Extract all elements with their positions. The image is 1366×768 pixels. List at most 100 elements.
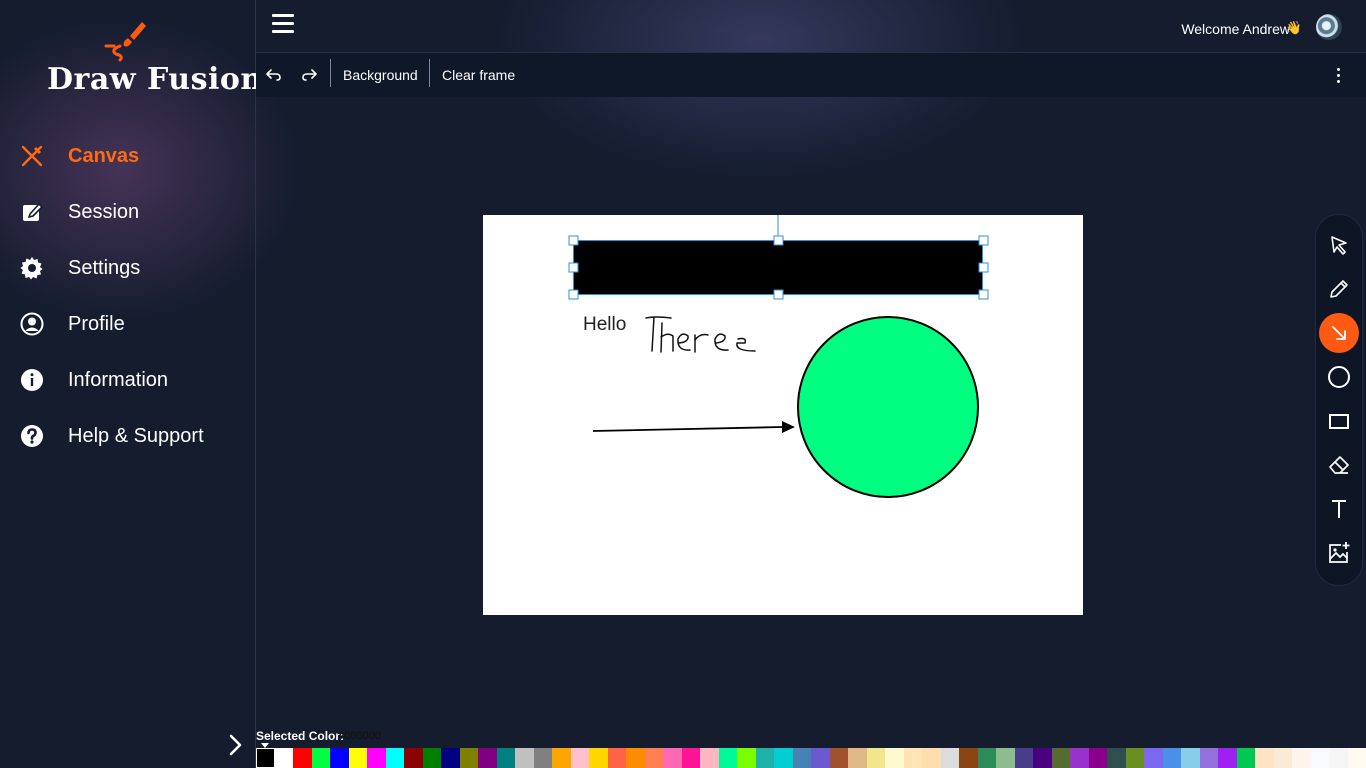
color-swatch[interactable]	[755, 748, 774, 768]
color-swatch[interactable]	[1033, 748, 1052, 768]
color-swatch[interactable]	[903, 748, 922, 768]
eraser-icon	[1329, 456, 1349, 474]
color-swatch[interactable]	[959, 748, 978, 768]
color-swatch[interactable]	[1070, 748, 1089, 768]
color-swatch[interactable]	[792, 748, 811, 768]
color-swatch[interactable]	[478, 748, 497, 768]
color-swatch[interactable]	[589, 748, 608, 768]
sidebar-item-help-support[interactable]: Help & Support	[0, 408, 255, 464]
color-swatch[interactable]	[422, 748, 441, 768]
edit-square-icon	[23, 202, 44, 221]
color-swatch[interactable]	[1310, 748, 1329, 768]
color-swatch[interactable]	[367, 748, 386, 768]
arrow-shape[interactable]	[592, 426, 784, 432]
redo-icon	[302, 69, 317, 81]
black-rectangle-shape[interactable]	[574, 241, 983, 295]
color-swatch[interactable]	[700, 748, 719, 768]
color-swatch[interactable]	[977, 748, 996, 768]
color-swatch[interactable]	[1162, 748, 1181, 768]
color-swatch[interactable]	[1051, 748, 1070, 768]
color-swatch[interactable]	[533, 748, 552, 768]
color-swatch[interactable]	[774, 748, 793, 768]
pencil-tool[interactable]	[1319, 269, 1359, 309]
color-swatch[interactable]	[1236, 748, 1255, 768]
color-swatch[interactable]	[1088, 748, 1107, 768]
image-tool[interactable]	[1319, 533, 1359, 573]
toolbar-divider	[330, 59, 331, 87]
sidebar-item-information[interactable]: Information	[0, 352, 255, 408]
hamburger-icon[interactable]	[272, 13, 296, 35]
color-swatch[interactable]	[1199, 748, 1218, 768]
sidebar-item-label: Settings	[68, 257, 141, 279]
rectangle-tool[interactable]	[1319, 401, 1359, 441]
color-swatch[interactable]	[922, 748, 941, 768]
color-swatch[interactable]	[1255, 748, 1274, 768]
color-palette	[256, 748, 1366, 768]
color-swatch[interactable]	[1292, 748, 1311, 768]
hello-text[interactable]: Hello	[583, 314, 626, 336]
user-circle-icon	[20, 312, 44, 336]
sidebar-item-settings[interactable]: Settings	[0, 240, 255, 296]
wave-emoji: 👋	[1285, 20, 1302, 35]
background-button[interactable]: Background	[343, 53, 418, 97]
color-swatch[interactable]	[459, 748, 478, 768]
undo-button[interactable]	[266, 53, 286, 97]
color-swatch[interactable]	[737, 748, 756, 768]
color-swatch[interactable]	[1014, 748, 1033, 768]
sidebar-item-label: Information	[68, 369, 169, 391]
text-tool[interactable]	[1319, 489, 1359, 529]
color-swatch[interactable]	[515, 748, 534, 768]
avatar[interactable]	[1316, 14, 1342, 40]
color-swatch[interactable]	[996, 748, 1015, 768]
color-swatch[interactable]	[274, 748, 293, 768]
color-swatch[interactable]	[311, 748, 330, 768]
color-swatch[interactable]	[1329, 748, 1348, 768]
color-swatch[interactable]	[1125, 748, 1144, 768]
color-swatch[interactable]	[1218, 748, 1237, 768]
color-swatch[interactable]	[1273, 748, 1292, 768]
redo-button[interactable]	[301, 53, 321, 97]
color-swatch[interactable]	[293, 748, 312, 768]
sidebar-item-session[interactable]: Session	[0, 184, 255, 240]
color-swatch[interactable]	[1107, 748, 1126, 768]
sidebar-item-label: Session	[68, 201, 140, 223]
clear-frame-button[interactable]: Clear frame	[442, 53, 515, 97]
arrow-tool[interactable]	[1319, 313, 1359, 353]
color-swatch[interactable]	[496, 748, 515, 768]
color-swatch[interactable]	[330, 748, 349, 768]
color-swatch[interactable]	[829, 748, 848, 768]
handwriting-stroke[interactable]	[645, 316, 756, 353]
color-swatch[interactable]	[404, 748, 423, 768]
color-swatch[interactable]	[1181, 748, 1200, 768]
color-swatch[interactable]	[1347, 748, 1366, 768]
color-swatch[interactable]	[940, 748, 959, 768]
color-swatch[interactable]	[811, 748, 830, 768]
color-swatch[interactable]	[607, 748, 626, 768]
drawing-canvas[interactable]: Hello	[483, 215, 1083, 615]
color-swatch[interactable]	[848, 748, 867, 768]
color-swatch[interactable]	[866, 748, 885, 768]
selected-color-label: Selected Color:	[256, 729, 345, 743]
kebab-menu-icon[interactable]	[1336, 67, 1342, 85]
color-swatch[interactable]	[1144, 748, 1163, 768]
color-swatch[interactable]	[385, 748, 404, 768]
color-swatch[interactable]	[626, 748, 645, 768]
eraser-tool[interactable]	[1319, 445, 1359, 485]
color-swatch[interactable]	[681, 748, 700, 768]
color-swatch[interactable]	[552, 748, 571, 768]
chevron-right-icon[interactable]	[224, 732, 248, 758]
sidebar-item-canvas[interactable]: Canvas	[0, 128, 255, 184]
color-swatch[interactable]	[663, 748, 682, 768]
color-swatch[interactable]	[885, 748, 904, 768]
color-swatch[interactable]	[441, 748, 460, 768]
circle-tool[interactable]	[1319, 357, 1359, 397]
color-swatch[interactable]	[718, 748, 737, 768]
color-swatch[interactable]	[644, 748, 663, 768]
color-swatch[interactable]	[256, 748, 275, 768]
color-swatch[interactable]	[570, 748, 589, 768]
color-swatch[interactable]	[348, 748, 367, 768]
sidebar-item-profile[interactable]: Profile	[0, 296, 255, 352]
select-tool[interactable]	[1319, 225, 1359, 265]
canvas-drawing[interactable]	[483, 215, 1083, 615]
green-circle-shape[interactable]	[797, 316, 979, 498]
